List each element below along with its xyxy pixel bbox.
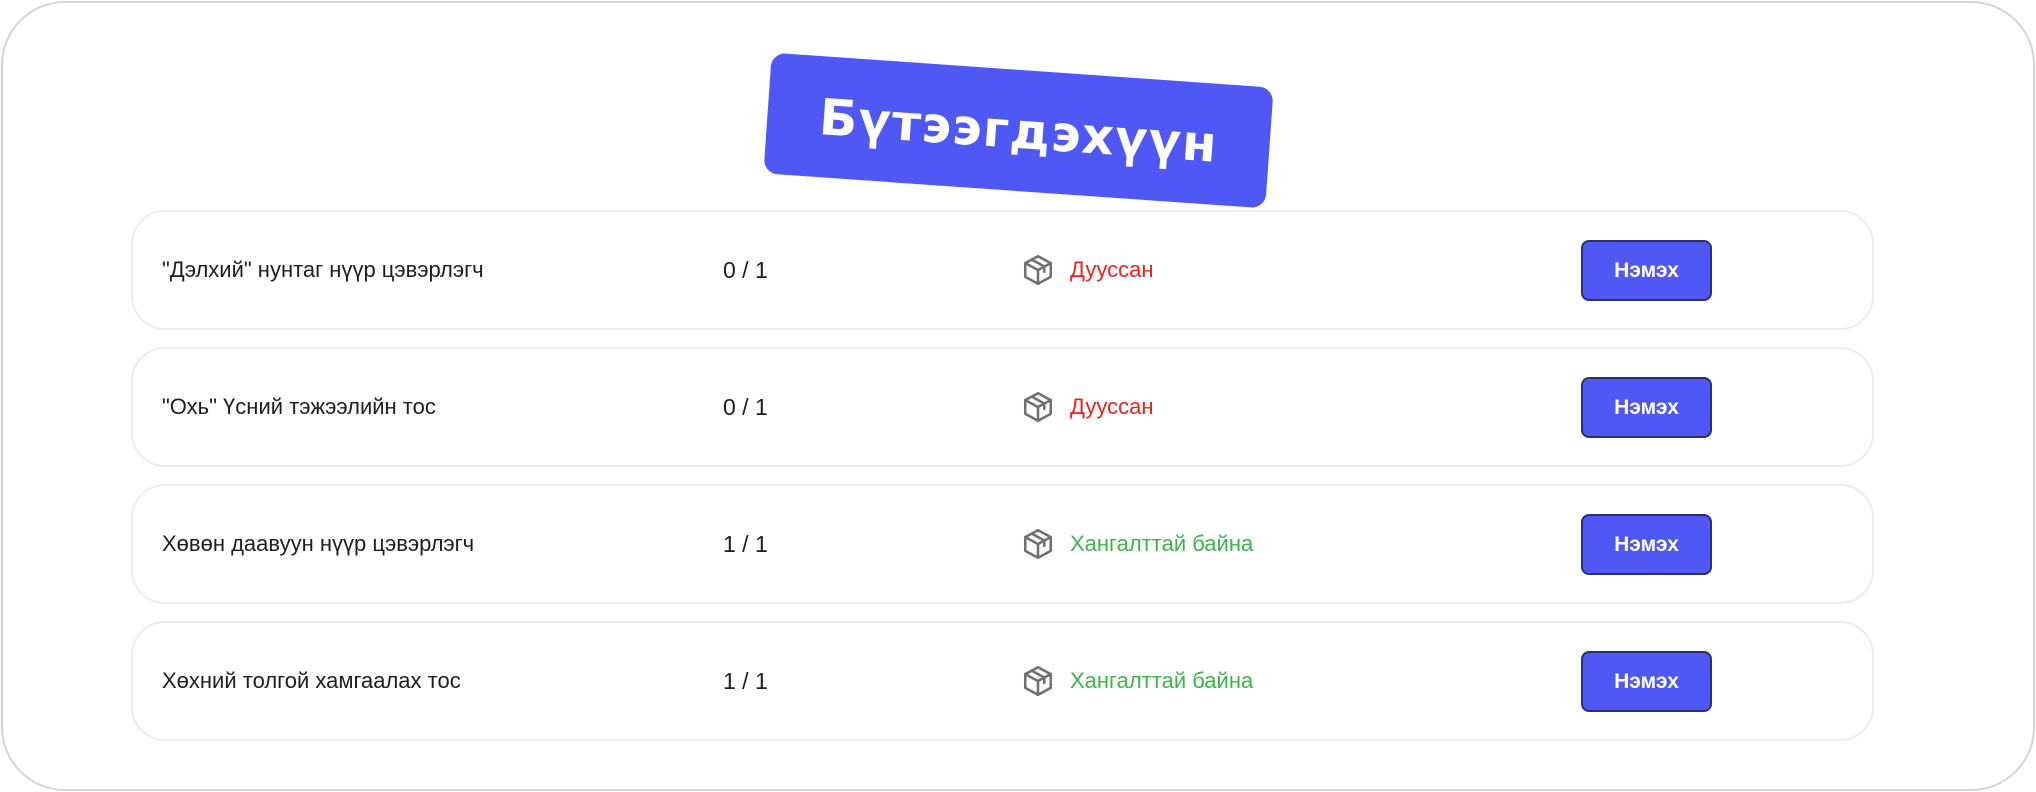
add-button[interactable]: Нэмэх	[1581, 514, 1712, 575]
add-button[interactable]: Нэмэх	[1581, 377, 1712, 438]
stock-status: Дууссан	[1020, 349, 1154, 465]
package-box-icon	[1023, 665, 1053, 697]
product-row: Хөхний толгой хамгаалах тос 1 / 1 Хангал…	[131, 621, 1874, 741]
stock-status: Хангалттай байна	[1020, 486, 1253, 602]
product-count: 1 / 1	[723, 530, 768, 557]
product-list: "Дэлхий" нунтаг нүүр цэвэрлэгч 0 / 1 Дуу…	[131, 210, 1874, 758]
stock-status-label: Дууссан	[1070, 394, 1154, 419]
package-box-icon	[1023, 528, 1053, 560]
stock-status: Хангалттай байна	[1020, 623, 1253, 739]
product-name: Хөхний толгой хамгаалах тос	[162, 668, 461, 693]
stock-status-label: Дууссан	[1070, 257, 1154, 282]
add-button[interactable]: Нэмэх	[1581, 651, 1712, 712]
add-button[interactable]: Нэмэх	[1581, 240, 1712, 301]
stock-status: Дууссан	[1020, 212, 1154, 328]
product-name: Хөвөн даавуун нүүр цэвэрлэгч	[162, 531, 475, 556]
product-count: 0 / 1	[723, 393, 768, 420]
product-row: Хөвөн даавуун нүүр цэвэрлэгч 1 / 1 Ханга…	[131, 484, 1874, 604]
product-name: "Охь" Үсний тэжээлийн тос	[162, 394, 436, 419]
package-box-icon	[1023, 254, 1053, 286]
product-count: 0 / 1	[723, 256, 768, 283]
product-row: "Дэлхий" нунтаг нүүр цэвэрлэгч 0 / 1 Дуу…	[131, 210, 1874, 330]
product-name: "Дэлхий" нунтаг нүүр цэвэрлэгч	[162, 257, 484, 282]
product-row: "Охь" Үсний тэжээлийн тос 0 / 1 Дууссан …	[131, 347, 1874, 467]
package-box-icon	[1023, 391, 1053, 423]
product-count: 1 / 1	[723, 667, 768, 694]
stock-status-label: Хангалттай байна	[1070, 531, 1254, 556]
stock-status-label: Хангалттай байна	[1070, 668, 1254, 693]
